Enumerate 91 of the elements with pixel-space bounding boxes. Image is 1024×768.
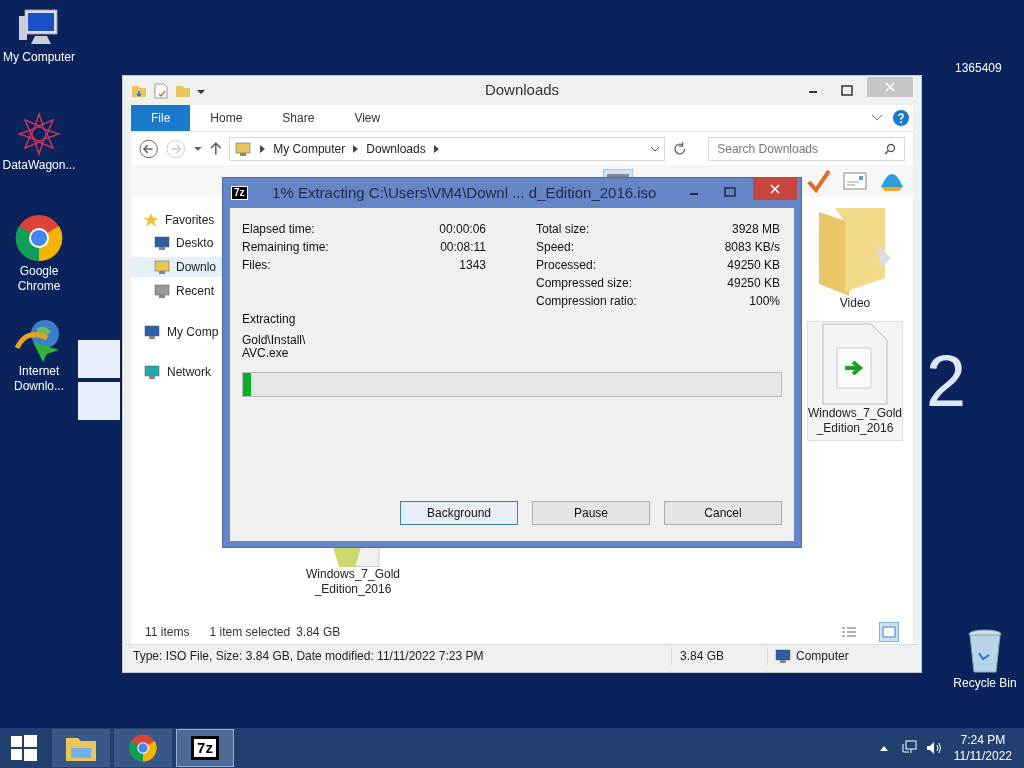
nav-item[interactable]: Downlo (131, 257, 223, 277)
app-icon: 7z (191, 736, 219, 760)
search-field[interactable]: Search Downloads (708, 136, 905, 161)
help-icon[interactable] (893, 110, 909, 126)
nav-item[interactable]: My Comp (143, 323, 223, 341)
file-path: AVC.exe (242, 347, 290, 360)
computer-icon (143, 324, 161, 340)
build-number: 1365409 (955, 60, 1002, 77)
caret-up-icon[interactable] (879, 745, 888, 751)
desktop-icon[interactable]: My Computer (0, 8, 78, 65)
taskbar-button[interactable]: 7z (176, 729, 234, 767)
taskbar-button[interactable] (52, 729, 110, 767)
recycle-bin-icon (967, 628, 1003, 674)
nav-item[interactable]: Recent (131, 281, 223, 301)
properties-icon[interactable] (153, 82, 169, 99)
chevron-right-icon[interactable] (433, 144, 439, 153)
chrome-icon (129, 734, 157, 762)
stat-label: Total size: (536, 221, 590, 236)
picture-icon (882, 626, 896, 638)
item-count: 11 items (145, 624, 190, 641)
computer-icon (774, 647, 792, 664)
stat-label: Processed: (536, 257, 597, 272)
chevron-right-icon[interactable] (260, 144, 266, 153)
dropdown-icon[interactable] (193, 144, 202, 153)
star-pattern-icon (17, 112, 61, 156)
checkmark-icon[interactable] (807, 169, 831, 193)
stat-label: Remaining time: (242, 239, 329, 254)
ribbon-tab[interactable]: Share (262, 105, 335, 131)
chrome-icon (15, 214, 63, 262)
start-button[interactable] (11, 735, 37, 761)
star-icon (143, 212, 159, 228)
ribbon-tab[interactable]: Home (190, 105, 263, 131)
back-icon[interactable] (139, 138, 159, 159)
chevron-icon[interactable] (871, 114, 883, 122)
chevron-icon[interactable] (649, 144, 660, 153)
ribbon-tab[interactable]: File (131, 105, 191, 131)
stat-value: 00:08:11 (440, 239, 486, 254)
wallpaper-text: 2 (926, 345, 967, 417)
stat-value: 00:00:06 (439, 221, 486, 236)
speaker-icon[interactable] (925, 740, 942, 756)
breadcrumb-item[interactable]: My Computer (273, 139, 346, 158)
app-icon: 7z (231, 186, 248, 200)
stat-value: 49250 KB (727, 257, 780, 272)
file-size: 3.84 GB (671, 646, 767, 665)
stat-label: Elapsed time: (242, 221, 315, 236)
view-toggle[interactable] (879, 622, 899, 642)
file-item[interactable]: Windows_7_Gold _Edition_2016 (305, 546, 401, 602)
file-item[interactable]: Windows_7_Gold _Edition_2016 (807, 321, 903, 441)
stat-label: Speed: (536, 239, 575, 254)
nav-item[interactable]: Network (143, 363, 223, 381)
stat-label: Compressed size: (536, 275, 633, 290)
up-arrow-icon[interactable] (209, 141, 222, 156)
taskbar-button[interactable] (114, 729, 172, 767)
file-item[interactable]: Video (807, 203, 903, 316)
clock[interactable]: 7:24 PM 11/11/2022 (953, 732, 1012, 764)
stat-value: 8083 KB/s (724, 239, 780, 254)
nav-item[interactable]: Deskto (131, 233, 223, 253)
refresh-icon[interactable] (672, 141, 687, 156)
breadcrumb-item[interactable]: Downloads (366, 139, 426, 158)
dialog-button[interactable]: Pause (532, 501, 650, 525)
stat-value: 100% (749, 293, 780, 308)
search-icon (884, 142, 896, 155)
address-bar[interactable]: My Computer Downloads (229, 136, 665, 161)
selection-size: 3.84 GB (296, 624, 341, 641)
selection-status: 1 item selected (209, 624, 291, 641)
operation-label: Extracting (242, 311, 297, 328)
stat-value: 3928 MB (731, 221, 780, 236)
file-details: Type: ISO File, Size: 3.84 GB, Date modified: 11/11/2022 7:23 PM (132, 647, 485, 665)
window-title: Downloads (483, 80, 561, 101)
stat-value: 1343 (459, 257, 486, 272)
location: Computer (796, 647, 849, 665)
close-button[interactable] (753, 178, 797, 200)
desktop-icon[interactable]: Google Chrome (0, 214, 78, 294)
desktop-icon[interactable]: DataWagon... (0, 112, 78, 173)
close-icon (885, 81, 895, 92)
stat-value: 49250 KB (727, 275, 780, 290)
ribbon-tab[interactable]: View (334, 105, 401, 131)
chevron-right-icon[interactable] (353, 144, 359, 153)
dialog-title: 1% Extracting C:\Users\VM4\Downl ... d_Edition_2016.iso (271, 182, 658, 203)
nav-item[interactable]: Favorites (143, 211, 223, 229)
dialog-button[interactable]: Cancel (664, 501, 782, 525)
desktop-icon[interactable]: Recycle Bin (946, 628, 1024, 691)
close-icon (770, 184, 780, 194)
dialog-button[interactable]: Background (400, 501, 518, 525)
monitor-icon (153, 235, 171, 251)
stat-label: Files: (242, 257, 271, 272)
stat-label: Compression ratio: (536, 293, 637, 308)
desktop-icon[interactable]: Internet Downlo... (0, 318, 78, 394)
file-path: Gold\Install\ (242, 334, 307, 347)
card-icon[interactable] (843, 172, 867, 190)
list-icon (842, 626, 856, 638)
